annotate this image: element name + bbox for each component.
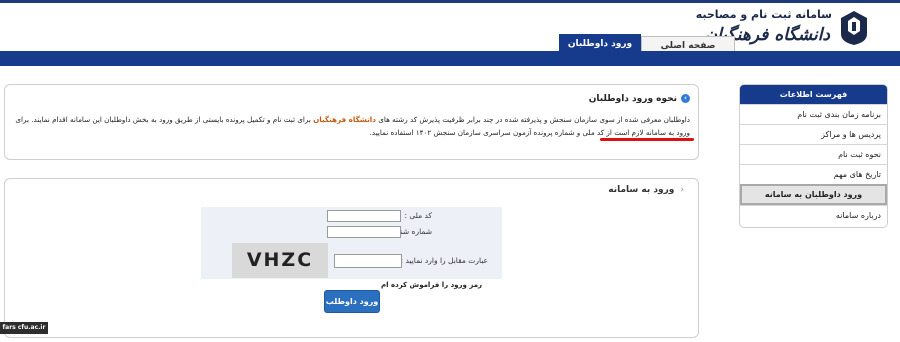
login-guide-text: داوطلبان معرفی شده از سوی سازمان سنجش و … xyxy=(15,115,690,137)
sidebar-item-candidate-login[interactable]: ورود داوطلبان به سامانه xyxy=(740,184,887,205)
site-logo[interactable]: سامانه ثبت نام و مصاحبه دانشگاه فرهنگیان xyxy=(696,5,870,51)
national-code-label: کد ملی : xyxy=(404,211,432,220)
info-icon: › xyxy=(681,94,690,103)
university-name: دانشگاه فرهنگیان xyxy=(313,115,376,124)
site-watermark: fars cfu.ac.ir xyxy=(0,322,48,334)
sidebar-item-campuses[interactable]: پردیس ها و مراکز xyxy=(740,124,887,144)
sidebar-title: فهرست اطلاعات xyxy=(740,85,887,104)
highlight-underline xyxy=(600,138,694,141)
login-guide-title: ›نحوه ورود داوطلبان xyxy=(589,94,690,104)
sidebar-item-registration-schedule[interactable]: برنامه زمان بندی ثبت نام xyxy=(740,104,887,124)
login-form: کد ملی : شماره شناسنامه: VHZC عبارت مقاب… xyxy=(201,207,502,279)
info-sidebar: فهرست اطلاعات برنامه زمان بندی ثبت نام پ… xyxy=(739,84,888,228)
university-emblem-icon xyxy=(841,11,867,45)
forgot-password-link[interactable]: رمز ورود را فراموش کرده ام xyxy=(381,281,482,289)
sidebar-item-registration-method[interactable]: نحوه ثبت نام xyxy=(740,144,887,164)
candidate-login-button[interactable]: ورود داوطلب xyxy=(324,290,380,313)
login-guide-panel: ›نحوه ورود داوطلبان داوطلبان معرفی شده ا… xyxy=(4,84,699,160)
captcha-image: VHZC xyxy=(232,243,328,278)
nav-bar xyxy=(0,51,900,66)
national-code-input[interactable] xyxy=(327,210,401,222)
login-panel: ‹ورود به سامانه کد ملی : شماره شناسنامه:… xyxy=(4,178,699,338)
captcha-label: عبارت مقابل را وارد نمایید : xyxy=(400,256,488,265)
captcha-input[interactable] xyxy=(334,254,402,268)
sidebar-item-about[interactable]: درباره سامانه xyxy=(740,205,887,225)
login-title: ‹ورود به سامانه xyxy=(608,185,684,195)
logo-title: سامانه ثبت نام و مصاحبه xyxy=(695,8,832,21)
page-header: سامانه ثبت نام و مصاحبه دانشگاه فرهنگیان… xyxy=(0,3,900,55)
sidebar-item-important-dates[interactable]: تاریخ های مهم xyxy=(740,164,887,184)
id-number-input[interactable] xyxy=(327,226,401,238)
chevron-left-icon: ‹ xyxy=(680,185,684,195)
